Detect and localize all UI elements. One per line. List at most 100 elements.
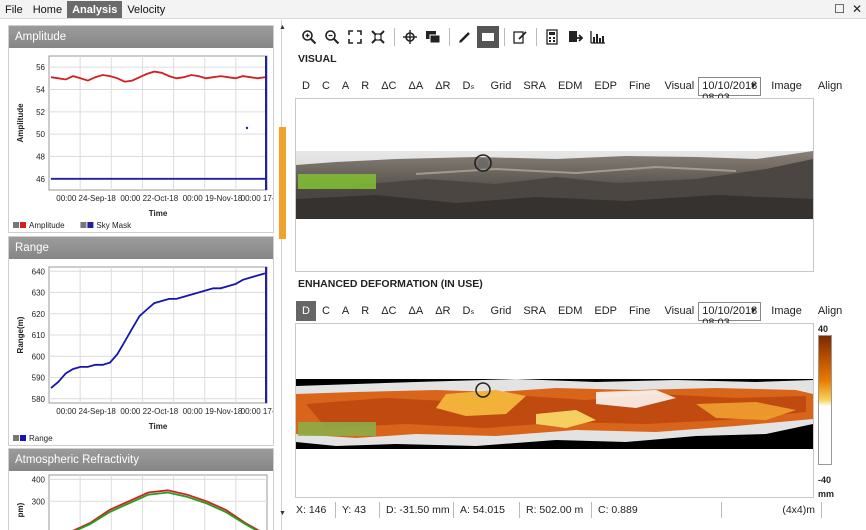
menu-analysis[interactable]: Analysis [67,0,123,18]
range-chart[interactable]: 640 630 620 610 600 590 580 00:00 24-Sep-18 00:0… [9,259,273,445]
visual-btn-sra[interactable]: SRA [517,76,552,96]
layers-icon[interactable] [422,26,444,48]
status-bar: X: 146 Y: 43 D: -31.50 mm A: 54.015 R: 5… [290,500,866,520]
charts-panel: Amplitude 56 54 52 50 48 46 00:00 24-Sep-18 00:… [0,20,282,530]
deformation-btn-r[interactable]: R [355,301,375,321]
toolbar-separator [504,28,505,46]
deformation-btn-grid[interactable]: Grid [485,301,518,321]
status-coherence: C: 0.889 [592,502,722,518]
legend-label: Sky Mask [96,221,132,230]
visual-btn-delta-c[interactable]: ΔC [375,76,402,96]
zoom-in-icon[interactable] [298,26,320,48]
menu-home[interactable]: Home [28,1,67,18]
y-tick-label: 590 [32,374,46,383]
status-deformation: D: -31.50 mm [380,502,454,518]
deformation-btn-fine[interactable]: Fine [623,301,656,321]
visual-btn-edp[interactable]: EDP [588,76,623,96]
visual-btn-r[interactable]: R [355,76,375,96]
deformation-btn-sra[interactable]: SRA [517,301,552,321]
left-scrollbar[interactable]: ▲ ▼ [278,22,288,522]
deformation-view-bar: D C A R ΔC ΔA ΔR Dₛ Grid SRA EDM EDP Fin… [296,300,842,329]
legend-checkbox[interactable] [80,222,87,228]
fullscreen-icon[interactable] [367,26,389,48]
visual-view-bar: D C A R ΔC ΔA ΔR Dₛ Grid SRA EDM EDP Fin… [296,75,842,104]
deformation-map-image[interactable] [296,324,813,497]
y-tick-label: 50 [36,130,45,139]
pencil-icon[interactable] [454,26,476,48]
menu-file[interactable]: File [0,1,28,18]
amplitude-chart[interactable]: 56 54 52 50 48 46 00:00 24-Sep-18 00:00 22-Oct-… [9,48,273,232]
x-tick-label: 00:00 22-Oct-18 [120,407,178,416]
y-axis-label: pm) [16,502,25,517]
refractivity-chart[interactable]: 400 300 pm) [9,471,273,530]
visual-btn-fine[interactable]: Fine [623,76,656,96]
deformation-btn-delta-c[interactable]: ΔC [375,301,402,321]
visual-align-button[interactable]: Align [812,76,848,96]
visual-btn-edm[interactable]: EDM [552,76,588,96]
visual-image-button[interactable]: Image [765,76,808,96]
deformation-colorbar [818,335,832,465]
visual-btn-d[interactable]: D [296,76,316,96]
y-tick-label: 640 [32,267,46,276]
deformation-btn-ds[interactable]: Dₛ [456,301,480,321]
scroll-up-icon[interactable]: ▲ [279,24,286,31]
x-tick-label: 00:00 24-Sep-18 [56,194,116,203]
y-axis-label: Range(m) [16,316,25,353]
y-tick-label: 630 [32,289,46,298]
restore-icon[interactable]: ☐ [834,2,845,16]
visual-btn-delta-a[interactable]: ΔA [403,76,430,96]
x-tick-label: 00:00 17-D [241,407,273,416]
menu-velocity[interactable]: Velocity [122,1,170,18]
visual-date-select[interactable]: 10/10/2018 08:03 ▼ [698,76,762,104]
histogram-icon[interactable] [587,26,609,48]
x-axis-label: Time [149,209,168,218]
toolbar-separator [449,28,450,46]
status-amplitude: A: 54.015 [454,502,520,518]
amplitude-chart-panel: Amplitude 56 54 52 50 48 46 00:00 24-Sep-18 00:… [8,25,274,233]
rectangle-icon[interactable] [477,26,499,48]
deformation-date-select[interactable]: 10/10/2018 08:03 ▼ [698,301,762,329]
refractivity-chart-panel: Atmospheric Refractivity 400 300 pm) [8,448,274,530]
y-tick-label: 580 [32,395,46,404]
calculator-icon[interactable] [541,26,563,48]
close-icon[interactable]: ✕ [852,2,862,16]
y-tick-label: 56 [36,63,45,72]
plot-area [48,474,268,530]
visual-btn-c[interactable]: C [316,76,336,96]
toolbar-separator [536,28,537,46]
deformation-image-button[interactable]: Image [765,301,808,321]
deformation-visual-label: Visual [664,305,695,317]
chevron-down-icon: ▼ [749,305,758,315]
visual-btn-ds[interactable]: Dₛ [456,76,480,96]
status-y: Y: 43 [336,502,380,518]
scroll-down-icon[interactable]: ▼ [279,510,286,517]
scroll-thumb[interactable] [279,127,286,239]
status-grid-size: (4x4)m [722,502,822,518]
x-axis-label: Time [149,422,168,431]
visual-btn-delta-r[interactable]: ΔR [429,76,456,96]
zoom-out-icon[interactable] [321,26,343,48]
fit-icon[interactable] [344,26,366,48]
deformation-align-button[interactable]: Align [812,301,848,321]
y-tick-label: 400 [32,475,46,484]
chevron-down-icon: ▼ [749,80,758,90]
deformation-btn-edp[interactable]: EDP [588,301,623,321]
deformation-btn-c[interactable]: C [316,301,336,321]
deformation-btn-edm[interactable]: EDM [552,301,588,321]
deformation-btn-d[interactable]: D [296,301,316,321]
visual-panorama-image[interactable] [296,99,813,271]
visual-btn-grid[interactable]: Grid [485,76,518,96]
export-icon[interactable] [564,26,586,48]
edit-doc-icon[interactable] [509,26,531,48]
legend-checkbox[interactable] [13,222,19,228]
crosshair-icon[interactable] [399,26,421,48]
legend-checkbox[interactable] [13,435,19,441]
deformation-btn-a[interactable]: A [336,301,355,321]
deformation-btn-delta-r[interactable]: ΔR [429,301,456,321]
deformation-btn-delta-a[interactable]: ΔA [403,301,430,321]
visual-btn-a[interactable]: A [336,76,355,96]
x-tick-label: 00:00 19-Nov-18 [183,194,243,203]
legend-swatch [20,435,26,441]
status-x: X: 146 [290,502,336,518]
main-view: VISUAL D C A R ΔC ΔA ΔR Dₛ Grid SRA EDM … [290,20,866,530]
